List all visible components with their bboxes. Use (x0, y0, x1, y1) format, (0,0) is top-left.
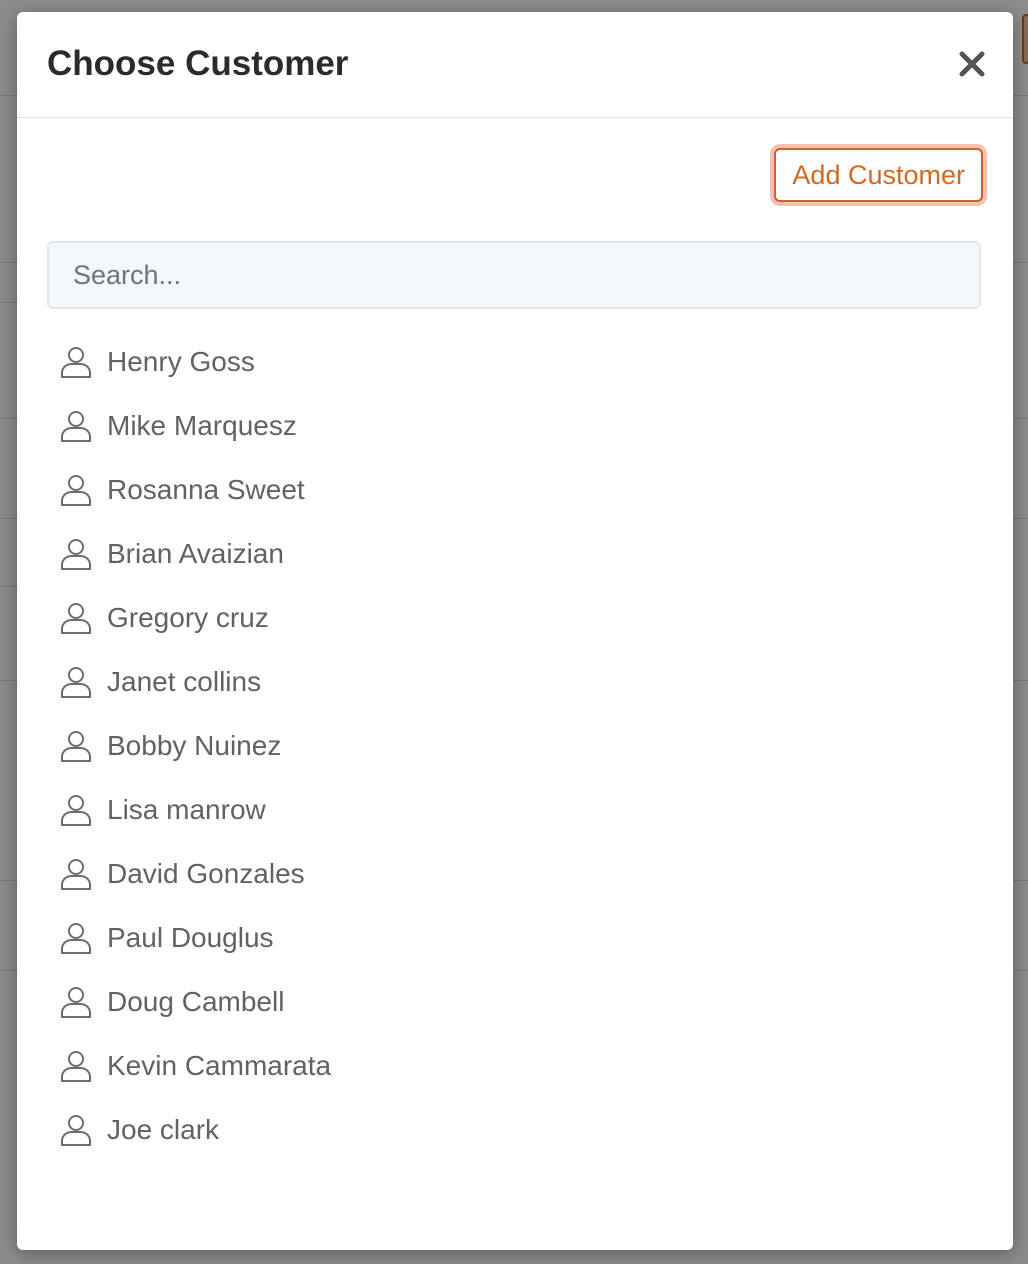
background-divider (1014, 970, 1028, 971)
background-divider (0, 95, 18, 96)
background-divider (0, 680, 18, 681)
background-divider (1014, 95, 1028, 96)
customer-name: Paul Douglus (107, 922, 274, 953)
customer-list-item[interactable]: Joe clark (59, 1098, 331, 1162)
background-divider (1014, 880, 1028, 881)
background-divider (0, 880, 18, 881)
background-divider (1014, 262, 1028, 263)
user-icon (61, 987, 91, 1018)
user-icon (61, 603, 91, 634)
user-icon (61, 667, 91, 698)
add-customer-button[interactable]: Add Customer (774, 148, 983, 202)
customer-list-item[interactable]: Janet collins (59, 650, 331, 714)
customer-list-item[interactable]: Lisa manrow (59, 778, 331, 842)
customer-name: David Gonzales (107, 858, 305, 889)
user-icon (61, 1051, 91, 1082)
customer-list-item[interactable]: Henry Goss (59, 330, 331, 394)
customer-list-item[interactable]: Gregory cruz (59, 586, 331, 650)
background-divider (1014, 518, 1028, 519)
background-divider (0, 418, 18, 419)
background-divider (0, 970, 18, 971)
customer-name: Kevin Cammarata (107, 1050, 332, 1081)
user-icon (61, 1115, 91, 1146)
customer-list-item[interactable]: Kevin Cammarata (59, 1034, 331, 1098)
user-icon (61, 731, 91, 762)
customer-list-item[interactable]: Mike Marquesz (59, 394, 331, 458)
user-icon (61, 539, 91, 570)
modal-title: Choose Customer (47, 44, 349, 83)
user-icon (61, 347, 91, 378)
user-icon (61, 795, 91, 826)
close-icon (959, 51, 985, 77)
customer-list-item[interactable]: Rosanna Sweet (59, 458, 331, 522)
user-icon (61, 859, 91, 890)
customer-name: Doug Cambell (107, 986, 285, 1017)
choose-customer-modal: Choose Customer Add Customer Henry Goss … (17, 12, 1013, 1250)
customer-list: Henry Goss Mike Marquesz Rosanna Sweet B… (59, 330, 331, 1162)
customer-name: Mike Marquesz (107, 410, 297, 441)
background-divider (1014, 418, 1028, 419)
customer-name: Rosanna Sweet (107, 474, 305, 505)
customer-name: Bobby Nuinez (107, 730, 282, 761)
background-divider (0, 586, 18, 587)
customer-name: Brian Avaizian (107, 538, 284, 569)
close-button[interactable] (957, 46, 987, 82)
background-divider (0, 262, 18, 263)
customer-list-item[interactable]: David Gonzales (59, 842, 331, 906)
customer-list-item[interactable]: Paul Douglus (59, 906, 331, 970)
background-divider (0, 518, 18, 519)
user-icon (61, 923, 91, 954)
customer-list-item[interactable]: Bobby Nuinez (59, 714, 331, 778)
user-icon (61, 475, 91, 506)
background-button-edge (1022, 14, 1028, 64)
customer-list-item[interactable]: Doug Cambell (59, 970, 331, 1034)
background-divider (0, 302, 18, 303)
customer-name: Gregory cruz (107, 602, 269, 633)
modal-header: Choose Customer (17, 12, 1013, 118)
search-input[interactable] (47, 241, 981, 309)
customer-name: Henry Goss (107, 346, 255, 377)
customer-name: Joe clark (107, 1114, 220, 1145)
customer-list-item[interactable]: Brian Avaizian (59, 522, 331, 586)
customer-name: Janet collins (107, 666, 262, 697)
customer-name: Lisa manrow (107, 794, 266, 825)
user-icon (61, 411, 91, 442)
background-divider (1014, 680, 1028, 681)
